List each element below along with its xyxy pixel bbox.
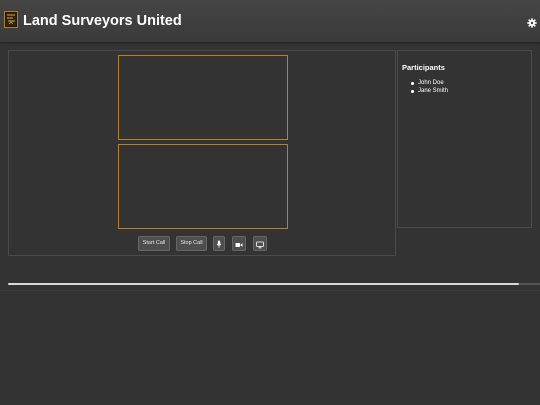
screen-share-icon <box>254 241 266 249</box>
app-root: Land Surveyors United Start Call Stop Ca… <box>0 0 540 405</box>
participants-panel: Participants John Doe Jane Smith <box>397 50 532 228</box>
mute-button[interactable] <box>213 236 225 251</box>
video-tile-2 <box>118 144 288 229</box>
microphone-icon <box>214 240 224 249</box>
stop-call-button[interactable]: Stop Call <box>176 236 207 251</box>
footer-area <box>0 290 540 405</box>
participant-item: Jane Smith <box>410 87 448 95</box>
progress-remaining <box>519 283 540 285</box>
participants-title: Participants <box>402 63 445 72</box>
app-title: Land Surveyors United <box>23 13 182 29</box>
participant-list: John Doe Jane Smith <box>410 79 448 95</box>
progress-fill <box>8 283 519 285</box>
camera-toggle-button[interactable] <box>232 236 246 251</box>
video-tile-1 <box>118 55 288 140</box>
app-header: Land Surveyors United <box>0 0 540 42</box>
start-call-button[interactable]: Start Call <box>138 236 170 251</box>
video-panel: Start Call Stop Call <box>8 50 396 256</box>
gear-icon[interactable] <box>527 15 537 28</box>
video-camera-icon <box>233 241 245 249</box>
call-controls: Start Call Stop Call <box>9 236 395 251</box>
screen-share-button[interactable] <box>253 236 267 251</box>
progress-bar[interactable] <box>8 283 540 286</box>
surveyor-logo-icon <box>4 11 18 28</box>
participant-item: John Doe <box>410 79 448 87</box>
